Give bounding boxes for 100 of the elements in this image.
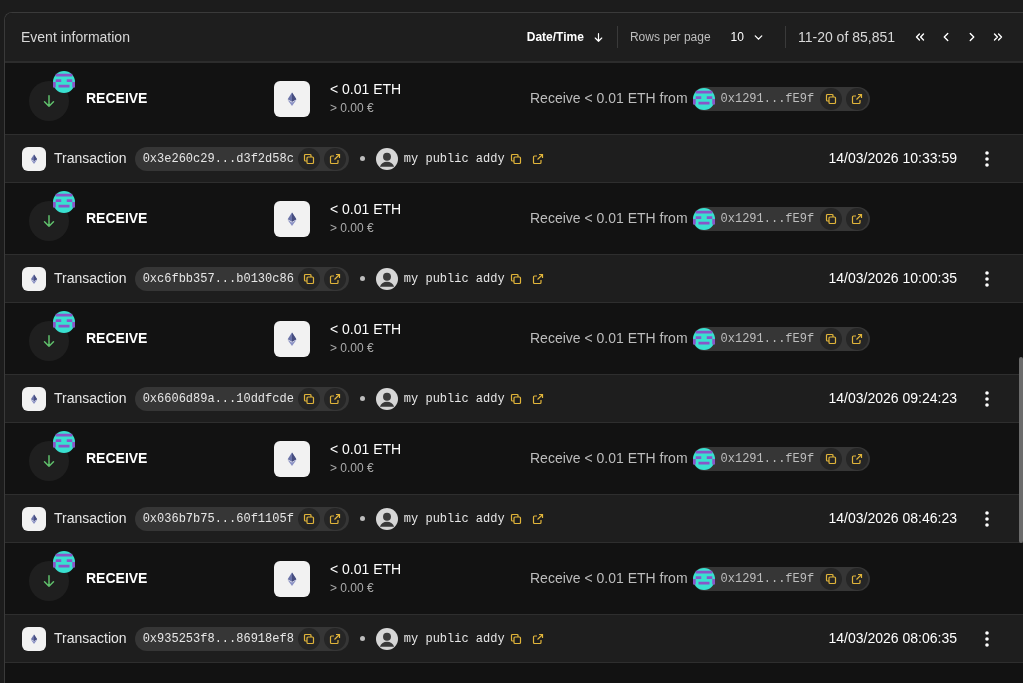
- rows-per-page-label: Rows per page: [629, 29, 711, 46]
- transaction-hash: 0x036b7b75...60f1105f: [142, 510, 294, 528]
- event-type: RECEIVE: [86, 89, 149, 108]
- external-link-icon: [328, 272, 341, 285]
- external-link-icon: [328, 632, 341, 645]
- pixel-avatar-icon: [692, 567, 715, 590]
- copy-button[interactable]: [297, 507, 320, 530]
- event-timestamp: 14/03/2026 08:06:35: [828, 629, 957, 648]
- event-type: Transaction: [54, 149, 127, 168]
- ethereum-logo-icon: [22, 146, 46, 171]
- event-description: Receive < 0.01 ETH from: [530, 329, 688, 348]
- more-vertical-icon: [985, 510, 989, 527]
- fiat-value: > 0.00 €: [330, 341, 375, 357]
- token-amount: < 0.01 ETH: [330, 200, 403, 219]
- copy-icon: [509, 152, 522, 165]
- copy-button[interactable]: [297, 387, 320, 410]
- copy-icon: [509, 272, 522, 285]
- transaction-hash: 0x3e260c29...d3f2d58c: [142, 150, 294, 168]
- double-chevron-icon: [991, 30, 1005, 44]
- token-amount: < 0.01 ETH: [330, 440, 403, 459]
- copy-icon: [302, 632, 315, 645]
- copy-icon: [509, 632, 522, 645]
- copy-button[interactable]: [820, 327, 843, 350]
- external-link-button[interactable]: [323, 387, 346, 410]
- copy-button[interactable]: [297, 147, 320, 170]
- account-name: my public addy: [403, 630, 505, 648]
- copy-button[interactable]: [820, 567, 843, 590]
- user-avatar-icon: [375, 267, 398, 290]
- fiat-value: > 0.00 €: [330, 221, 375, 237]
- external-link-button[interactable]: [846, 207, 869, 230]
- ethereum-logo-icon: [274, 80, 310, 117]
- sort-button[interactable]: Date/Time: [526, 28, 617, 46]
- external-link-icon: [531, 152, 544, 165]
- external-link-button[interactable]: [323, 267, 346, 290]
- account-name: my public addy: [403, 510, 505, 528]
- token-amount: < 0.01 ETH: [330, 320, 403, 339]
- pixel-avatar-icon: [692, 447, 715, 470]
- ethereum-logo-icon: [274, 320, 310, 357]
- external-link-button[interactable]: [846, 447, 869, 470]
- address-text: 0x1291...fE9f: [719, 450, 816, 468]
- fiat-value: > 0.00 €: [330, 101, 375, 117]
- external-link-icon: [851, 212, 864, 225]
- external-link-button[interactable]: [846, 567, 869, 590]
- external-link-button[interactable]: [323, 507, 346, 530]
- event-type: RECEIVE: [86, 449, 149, 468]
- more-vertical-icon: [985, 150, 989, 167]
- fiat-value: > 0.00 €: [330, 581, 375, 597]
- event-type: Transaction: [54, 389, 127, 408]
- external-link-icon: [328, 392, 341, 405]
- pixel-avatar-icon: [692, 207, 715, 230]
- external-link-icon: [328, 512, 341, 525]
- pixel-avatar-icon: [53, 190, 75, 213]
- pixel-avatar-icon: [53, 430, 75, 453]
- event-type: RECEIVE: [86, 329, 149, 348]
- external-link-button[interactable]: [323, 147, 346, 170]
- transaction-hash: 0xc6fbb357...b0130c86: [142, 270, 294, 288]
- ethereum-logo-icon: [22, 626, 46, 651]
- event-description: Receive < 0.01 ETH from: [530, 89, 688, 108]
- external-link-icon: [851, 92, 864, 105]
- external-link-icon: [531, 392, 544, 405]
- transaction-hash: 0x935253f8...86918ef8: [142, 630, 294, 648]
- copy-icon: [825, 452, 838, 465]
- copy-button[interactable]: [297, 627, 320, 650]
- external-link-icon: [531, 632, 544, 645]
- copy-icon: [509, 512, 522, 525]
- event-timestamp: 14/03/2026 10:00:35: [828, 269, 957, 288]
- external-link-button[interactable]: [846, 327, 869, 350]
- pixel-avatar-icon: [692, 87, 715, 110]
- external-link-icon: [531, 512, 544, 525]
- external-link-button[interactable]: [846, 87, 869, 110]
- copy-button[interactable]: [820, 447, 843, 470]
- address-text: 0x1291...fE9f: [719, 330, 816, 348]
- event-timestamp: 14/03/2026 09:24:23: [828, 389, 957, 408]
- copy-icon: [302, 272, 315, 285]
- external-link-icon: [851, 572, 864, 585]
- copy-icon: [302, 512, 315, 525]
- copy-icon: [825, 212, 838, 225]
- scrollbar-thumb[interactable]: [1019, 357, 1023, 543]
- external-link-button[interactable]: [323, 627, 346, 650]
- account-name: my public addy: [403, 270, 505, 288]
- copy-button[interactable]: [820, 87, 843, 110]
- event-description: Receive < 0.01 ETH from: [530, 569, 688, 588]
- pixel-avatar-icon: [53, 550, 75, 573]
- pixel-avatar-icon: [692, 327, 715, 350]
- copy-icon: [302, 152, 315, 165]
- fiat-value: > 0.00 €: [330, 461, 375, 477]
- copy-icon: [509, 392, 522, 405]
- more-vertical-icon: [985, 270, 989, 287]
- copy-button[interactable]: [820, 207, 843, 230]
- ethereum-logo-icon: [274, 200, 310, 237]
- user-avatar-icon: [375, 147, 398, 170]
- copy-button[interactable]: [297, 267, 320, 290]
- external-link-icon: [851, 452, 864, 465]
- account-name: my public addy: [403, 390, 505, 408]
- copy-icon: [302, 392, 315, 405]
- pixel-avatar-icon: [53, 70, 75, 93]
- user-avatar-icon: [375, 507, 398, 530]
- rows-per-page-select[interactable]: 10: [730, 28, 785, 46]
- ethereum-logo-icon: [22, 506, 46, 531]
- double-chevron-icon: [913, 30, 927, 44]
